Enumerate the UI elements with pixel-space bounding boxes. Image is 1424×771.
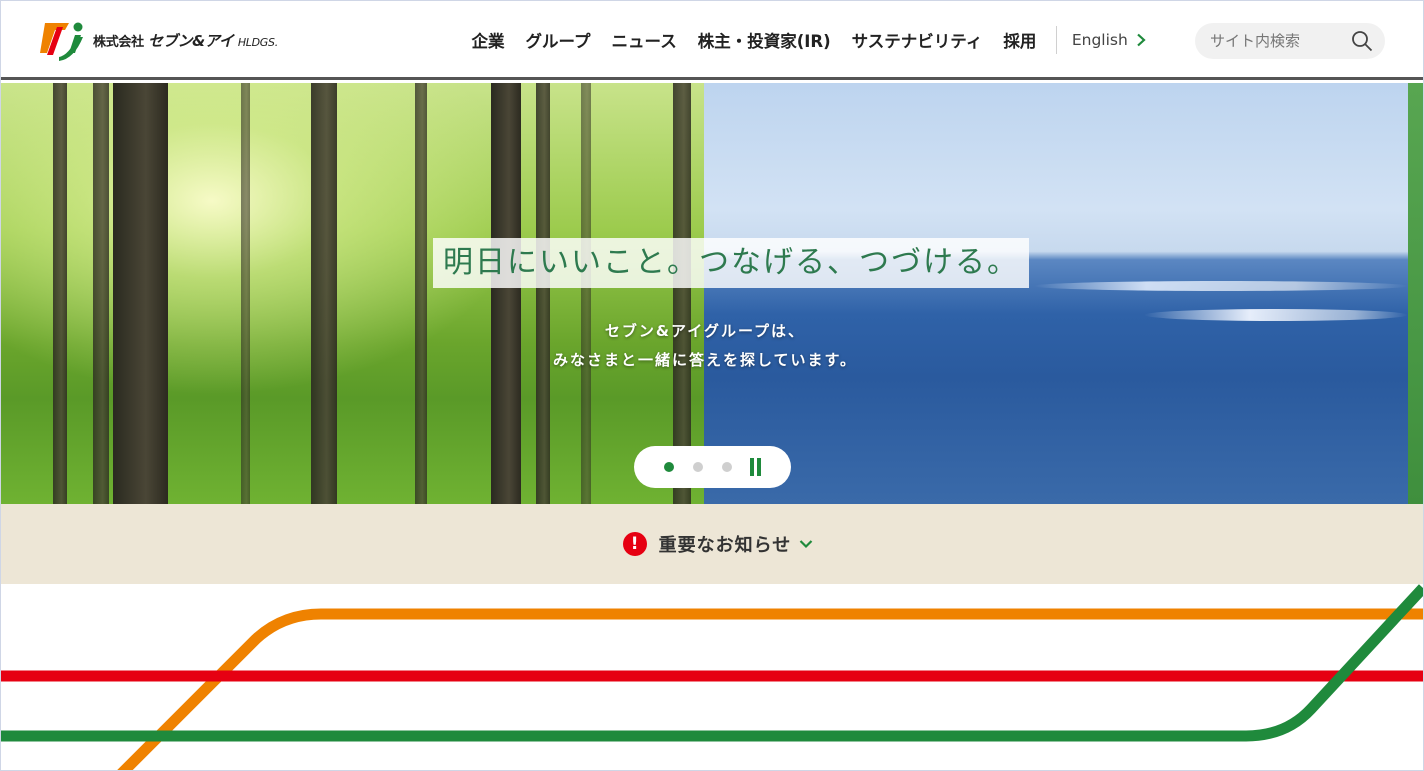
wave-crest [1034, 281, 1408, 291]
slide-dot-1[interactable] [664, 462, 674, 472]
nav-item-recruit[interactable]: 採用 [1003, 28, 1036, 52]
logo-company-suffix: HLDGS. [237, 35, 278, 49]
slider-pager [634, 446, 791, 488]
tree-trunk [536, 83, 550, 504]
search-input[interactable] [1210, 32, 1350, 50]
nav-item-company[interactable]: 企業 [472, 28, 505, 52]
brand-stripes-graphic [1, 584, 1424, 771]
logo-wordmark: 株式会社 セブン&アイ HLDGS. [93, 30, 278, 51]
tree-trunk [581, 83, 591, 504]
hero-slider: 明日にいいこと。つなげる、つづける。 セブン&アイグループは、 みなさまと一緒に… [1, 83, 1423, 504]
nav-item-sustainability[interactable]: サステナビリティ [852, 28, 983, 52]
tree-trunk [93, 83, 109, 504]
nav-item-group[interactable]: グループ [526, 28, 591, 52]
logo-company-prefix: 株式会社 [93, 34, 144, 50]
site-header: 株式会社 セブン&アイ HLDGS. 企業 グループ ニュース 株主・投資家(I… [0, 0, 1424, 80]
site-search [1195, 23, 1385, 59]
tree-trunk [311, 83, 337, 504]
tree-trunk [491, 83, 521, 504]
pause-icon[interactable] [750, 458, 762, 476]
brand-stripes [1, 584, 1424, 771]
next-slide-peek [1408, 83, 1423, 504]
hero-forest-image [1, 83, 704, 504]
global-nav: 企業 グループ ニュース 株主・投資家(IR) サステナビリティ 採用 Engl… [461, 1, 1146, 79]
slide-dot-3[interactable] [722, 462, 732, 472]
alert-icon: ! [622, 532, 647, 556]
hero-ocean-image [704, 83, 1408, 504]
language-switch[interactable]: English [1072, 31, 1146, 49]
important-notice-label: 重要なお知らせ [658, 535, 792, 556]
tree-trunk [241, 83, 250, 504]
language-label: English [1071, 31, 1128, 49]
important-notice-bar: ! 重要なお知らせ [1, 504, 1423, 584]
logo-company-name: セブン&アイ [148, 31, 234, 50]
tree-trunk [673, 83, 691, 504]
tree-trunk [53, 83, 67, 504]
nav-item-news[interactable]: ニュース [612, 28, 677, 52]
site-logo[interactable]: 株式会社 セブン&アイ HLDGS. [39, 17, 278, 63]
hero-subline-2: みなさまと一緒に答えを探しています。 [552, 351, 858, 369]
tree-trunk [415, 83, 427, 504]
seven-i-logo-icon [39, 17, 85, 63]
tree-trunk [113, 83, 168, 504]
hero-subline-1: セブン&アイグループは、 [604, 322, 806, 340]
nav-item-ir[interactable]: 株主・投資家(IR) [698, 28, 831, 52]
chevron-down-icon [800, 540, 813, 549]
important-notice-toggle[interactable]: ! 重要なお知らせ [622, 531, 814, 557]
hero-headline: 明日にいいこと。つなげる、つづける。 [433, 238, 1029, 288]
chevron-right-icon [1137, 33, 1146, 47]
nav-divider [1055, 26, 1057, 54]
slide-dot-2[interactable] [693, 462, 703, 472]
search-icon[interactable] [1351, 30, 1373, 52]
